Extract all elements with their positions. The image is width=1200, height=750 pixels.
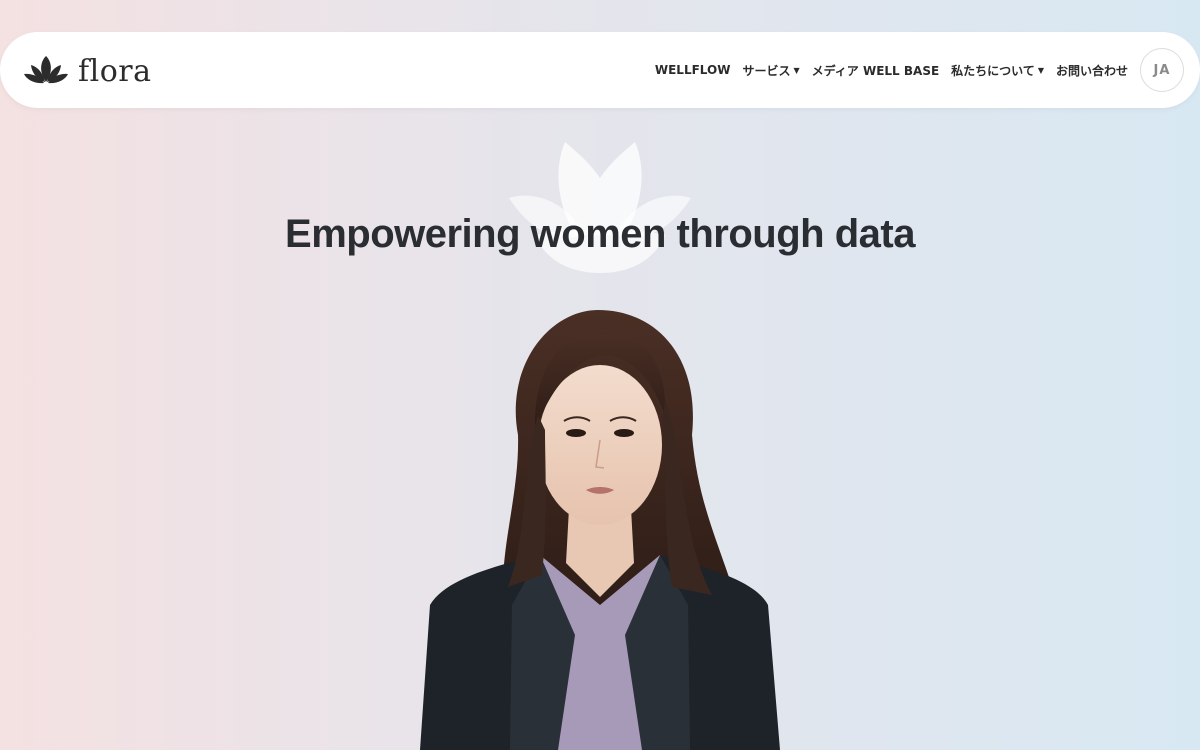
nav-item-services[interactable]: サービス ▼ (742, 62, 799, 79)
nav-item-label: お問い合わせ (1055, 63, 1128, 78)
caret-down-icon: ▼ (1037, 65, 1044, 75)
caret-down-icon: ▼ (793, 65, 800, 75)
top-navbar: flora WELLFLOW サービス ▼ メディア WELL BASE 私たち… (0, 32, 1200, 108)
brand-logo[interactable]: flora (22, 50, 152, 90)
nav-item-label: メディア WELL BASE (811, 63, 940, 78)
language-switcher-button[interactable]: JA (1140, 48, 1184, 92)
main-nav: WELLFLOW サービス ▼ メディア WELL BASE 私たちについて ▼… (643, 32, 1128, 108)
nav-item-label: 私たちについて (951, 63, 1035, 78)
hero-title: Empowering women through data (285, 212, 915, 256)
nav-item-label: WELLFLOW (654, 63, 731, 77)
nav-item-media-well-base[interactable]: メディア WELL BASE (812, 62, 940, 79)
nav-item-label: サービス (742, 63, 791, 78)
nav-item-wellflow[interactable]: WELLFLOW (655, 63, 731, 77)
brand-name: flora (78, 54, 152, 89)
nav-item-contact[interactable]: お問い合わせ (1056, 62, 1128, 79)
lotus-icon (24, 56, 68, 84)
nav-item-about[interactable]: 私たちについて ▼ (951, 62, 1044, 79)
portrait-photo (420, 310, 780, 750)
